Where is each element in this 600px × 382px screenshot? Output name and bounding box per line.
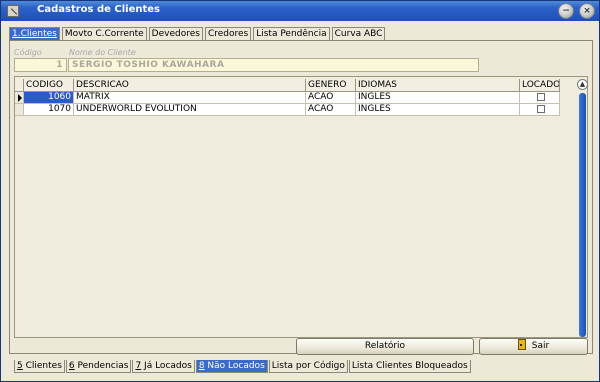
tab-6-pendencias[interactable]: 6 Pendencias <box>65 360 132 373</box>
cell-codigo[interactable]: 1060 <box>24 92 74 104</box>
column-header-idiomas[interactable]: IDIOMAS <box>356 79 520 92</box>
close-button[interactable]: × <box>579 3 595 19</box>
tab-devedores[interactable]: Devedores <box>148 27 203 40</box>
tab-7-ja-locados[interactable]: 7 Já Locados <box>132 360 195 373</box>
column-header-genero[interactable]: GENERO <box>306 79 356 92</box>
locado-checkbox[interactable] <box>536 105 545 113</box>
current-row-arrow-icon <box>18 94 22 102</box>
codigo-field[interactable]: 1 <box>14 58 67 72</box>
tab-5-clientes[interactable]: 5 Clientes <box>14 360 65 373</box>
cell-idiomas[interactable]: INGLES <box>356 92 520 104</box>
sair-button[interactable]: Sair <box>479 338 588 355</box>
tab-lista-por-codigo[interactable]: Lista por Código <box>268 360 348 373</box>
window-menu-icon[interactable] <box>7 5 19 17</box>
cell-descricao[interactable]: MATRIX <box>74 92 306 104</box>
nome-cliente-field[interactable]: SERGIO TOSHIO KAWAHARA <box>68 58 479 72</box>
tab-curva-abc[interactable]: Curva ABC <box>331 27 386 40</box>
column-header-codigo[interactable]: CODIGO <box>24 79 74 92</box>
cell-locado <box>520 104 560 116</box>
minimize-button[interactable]: − <box>558 3 574 19</box>
row-indicator <box>15 92 24 104</box>
tab-clientes[interactable]: 1.Clientes <box>9 27 60 40</box>
scroll-thumb[interactable] <box>579 93 586 337</box>
tab-8-nao-locados[interactable]: 8 Não Locados <box>195 360 268 373</box>
tab-lista-clientes-bloqueados[interactable]: Lista Clientes Bloqueados <box>348 360 471 373</box>
column-header-locado[interactable]: LOCADO <box>520 79 560 92</box>
movies-grid[interactable]: CODIGO DESCRICAO GENERO IDIOMAS LOCADO 1… <box>14 76 588 338</box>
top-tab-bar: 1.Clientes Movto C.Corrente Devedores Cr… <box>9 27 387 41</box>
row-indicator <box>15 104 24 116</box>
table-row[interactable]: 1070 UNDERWORLD EVOLUTION ACAO INGLES <box>15 104 560 116</box>
scroll-up-icon[interactable]: ▲ <box>577 79 588 90</box>
vertical-scrollbar[interactable]: ▲ <box>577 79 588 337</box>
codigo-label: Código <box>14 48 42 57</box>
cell-codigo[interactable]: 1070 <box>24 104 74 116</box>
cell-locado <box>520 92 560 104</box>
tab-credores[interactable]: Credores <box>204 27 252 40</box>
column-header-descricao[interactable]: DESCRICAO <box>74 79 306 92</box>
bottom-tab-bar: 5 Clientes 6 Pendencias 7 Já Locados 8 N… <box>14 360 472 373</box>
cell-genero[interactable]: ACAO <box>306 104 356 116</box>
table-row[interactable]: 1060 MATRIX ACAO INGLES <box>15 92 560 104</box>
cell-descricao[interactable]: UNDERWORLD EVOLUTION <box>74 104 306 116</box>
sair-label: Sair <box>531 341 550 351</box>
nome-cliente-label: Nome do Cliente <box>69 48 136 57</box>
cell-idiomas[interactable]: INGLES <box>356 104 520 116</box>
row-indicator-header <box>15 79 24 92</box>
tab-movto-c-corrente[interactable]: Movto C.Corrente <box>61 27 147 40</box>
app-window: Cadastros de Clientes − × 1.Clientes Mov… <box>0 0 600 382</box>
locado-checkbox[interactable] <box>536 93 545 101</box>
tab-lista-pendencia[interactable]: Lista Pendência <box>253 27 330 40</box>
window-title: Cadastros de Clientes <box>37 4 160 15</box>
relatorio-button[interactable]: Relatório <box>296 338 474 355</box>
grid-header: CODIGO DESCRICAO GENERO IDIOMAS LOCADO <box>15 79 560 92</box>
title-bar[interactable]: Cadastros de Clientes − × <box>1 1 599 21</box>
exit-door-icon <box>517 339 526 350</box>
cell-genero[interactable]: ACAO <box>306 92 356 104</box>
